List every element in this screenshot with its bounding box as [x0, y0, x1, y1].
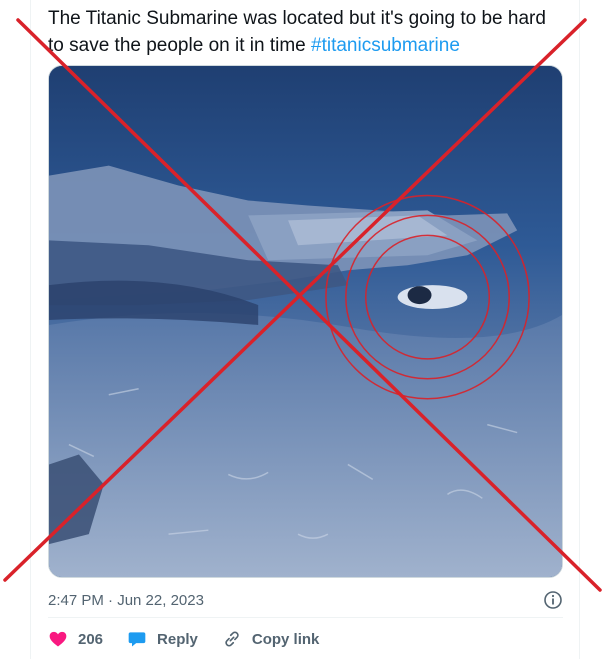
- speech-bubble-icon: [128, 632, 146, 647]
- copy-link-label: Copy link: [251, 630, 320, 648]
- heart-icon: [49, 631, 67, 647]
- tweet-timestamp[interactable]: 2:47 PM · Jun 22, 2023: [48, 592, 204, 609]
- underwater-photo-icon: [49, 66, 562, 577]
- info-icon[interactable]: [543, 590, 563, 610]
- like-count: 206: [78, 630, 104, 648]
- hashtag-link[interactable]: #titanicsubmarine: [311, 35, 460, 56]
- tweet-text: The Titanic Submarine was located but it…: [48, 5, 548, 59]
- timestamp-row: 2:47 PM · Jun 22, 2023: [48, 589, 563, 611]
- tweet-card: The Titanic Submarine was located but it…: [30, 0, 580, 659]
- like-button[interactable]: 206: [48, 629, 103, 649]
- link-icon: [225, 631, 239, 647]
- action-bar: 206 Reply Copy link: [48, 627, 343, 651]
- tweet-photo[interactable]: [48, 65, 563, 578]
- reply-button[interactable]: Reply: [127, 629, 198, 649]
- divider: [48, 617, 563, 618]
- tweet-body: The Titanic Submarine was located but it…: [48, 8, 546, 56]
- reply-label: Reply: [157, 630, 198, 648]
- copy-link-button[interactable]: Copy link: [222, 629, 320, 649]
